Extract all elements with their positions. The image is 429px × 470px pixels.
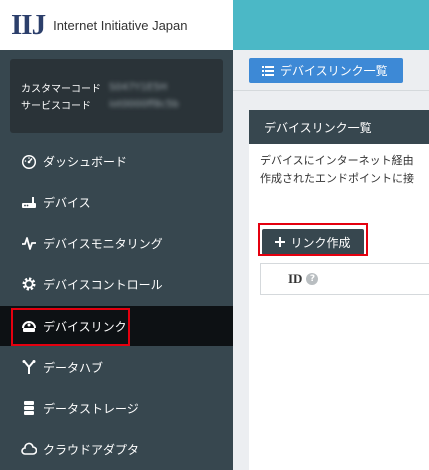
company-name: Internet Initiative Japan <box>53 17 188 33</box>
sidebar-item-dashboard[interactable]: ダッシュボード <box>0 141 233 181</box>
sidebar-item-label: デバイスコントロール <box>43 277 163 292</box>
sidebar-item-label: データストレージ <box>43 401 139 416</box>
sidebar-item-device-control[interactable]: デバイスコントロール <box>0 264 233 304</box>
sidebar-item-label: デバイス <box>43 195 91 210</box>
sidebar-item-label: クラウドアダプタ <box>43 442 140 457</box>
description-line: デバイスにインターネット経由 <box>260 154 414 167</box>
content-divider <box>233 90 429 91</box>
top-accent-bar <box>233 0 429 50</box>
pulse-icon <box>21 235 37 251</box>
sidebar-item-label: デバイスモニタリング <box>43 236 163 251</box>
plus-icon <box>275 237 286 247</box>
main-content: デバイスリンク一覧 デバイスリンク一覧 デバイスにインターネット経由 作成された… <box>233 50 429 470</box>
sidebar-item-data-hub[interactable]: データハブ <box>0 347 233 387</box>
sidebar-item-device-monitoring[interactable]: デバイスモニタリング <box>0 223 233 263</box>
description-line: 作成されたエンドポイントに接 <box>260 172 414 185</box>
customer-code-row: カスタマーコード S047Y1E5H <box>21 79 223 96</box>
sidebar-item-label: ダッシュボード <box>43 154 128 169</box>
router-icon <box>21 194 37 210</box>
service-code-row: サービスコード iot0000ff8c5b <box>21 96 223 113</box>
database-icon <box>21 400 37 416</box>
dashboard-icon <box>21 153 37 169</box>
column-header-id[interactable]: ID <box>288 271 302 287</box>
help-icon[interactable]: ? <box>306 273 319 285</box>
customer-code-label: カスタマーコード <box>21 84 101 95</box>
cloud-icon <box>21 441 37 457</box>
account-codes-card: カスタマーコード S047Y1E5H サービスコード iot0000ff8c5b <box>10 59 223 133</box>
service-code-value: iot0000ff8c5b <box>109 99 179 110</box>
sidebar-item-device-link[interactable]: デバイスリンク <box>0 306 233 346</box>
table-header: ID ? <box>260 263 429 295</box>
sidebar-item-label: データハブ <box>43 360 104 375</box>
iij-logo: IIJ <box>11 8 46 41</box>
create-link-label: リンク作成 <box>290 235 351 250</box>
sidebar-item-cloud-adapter[interactable]: クラウドアダプタ <box>0 429 233 469</box>
customer-code-value: S047Y1E5H <box>109 82 168 93</box>
sidebar-item-data-storage[interactable]: データストレージ <box>0 388 233 428</box>
gear-icon <box>21 276 37 292</box>
logo-bar[interactable]: IIJ Internet Initiative Japan <box>0 0 233 50</box>
sidebar-item-device[interactable]: デバイス <box>0 182 233 222</box>
device-link-icon <box>21 318 37 334</box>
service-code-label: サービスコード <box>21 101 91 112</box>
breadcrumb-label: デバイスリンク一覧 <box>280 64 388 78</box>
create-link-button[interactable]: リンク作成 <box>262 229 364 255</box>
breadcrumb-device-link-list[interactable]: デバイスリンク一覧 <box>249 58 403 83</box>
device-link-panel: デバイスリンク一覧 デバイスにインターネット経由 作成されたエンドポイントに接 … <box>249 110 429 470</box>
sidebar-item-label: デバイスリンク <box>43 319 127 334</box>
sidebar: カスタマーコード S047Y1E5H サービスコード iot0000ff8c5b… <box>0 50 233 470</box>
fork-icon <box>21 359 37 375</box>
panel-description: デバイスにインターネット経由 作成されたエンドポイントに接 <box>249 144 429 188</box>
panel-title: デバイスリンク一覧 <box>249 110 429 144</box>
list-icon <box>262 65 274 76</box>
